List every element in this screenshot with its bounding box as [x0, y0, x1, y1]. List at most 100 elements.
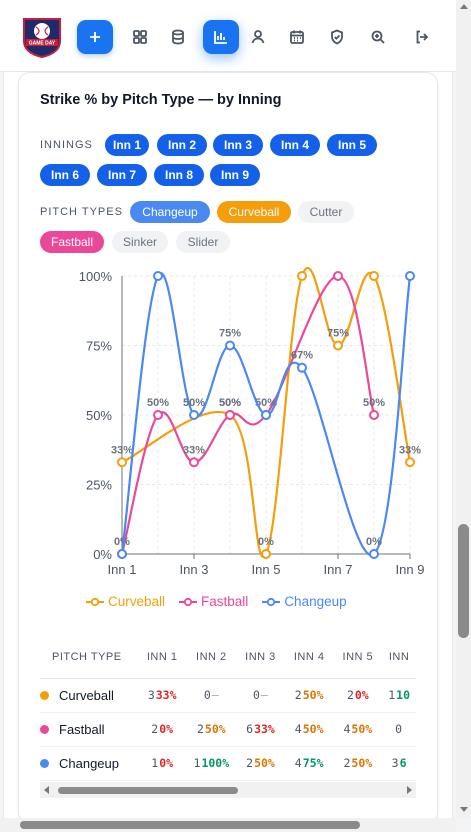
page-horizontal-scrollbar[interactable]	[0, 818, 456, 832]
strike-percent: 10	[396, 688, 410, 702]
page-vertical-scrollbar[interactable]	[456, 0, 471, 818]
pitch-count: 0	[395, 722, 403, 736]
stat-cell: 250%	[333, 746, 383, 781]
pitch-type-chip-cutter[interactable]: Cutter	[298, 201, 354, 223]
pitch-count: 1	[151, 756, 159, 770]
strike-percent: 50%	[351, 722, 373, 736]
strike-percent: 100%	[201, 756, 230, 770]
pitch-count: 4	[294, 756, 302, 770]
table-scroll-thumb[interactable]	[58, 787, 238, 794]
pitch-type-chip-changeup[interactable]: Changeup	[130, 201, 210, 223]
data-label: 67%	[291, 350, 313, 362]
pitch-count: 2	[151, 722, 159, 736]
database-button[interactable]	[160, 20, 196, 54]
column-header: INN 5	[333, 636, 383, 679]
data-point-changeup	[189, 410, 199, 420]
security-button[interactable]	[319, 20, 355, 54]
page-scroll-thumb[interactable]	[458, 524, 469, 638]
inning-chip-1[interactable]: Inn 1	[105, 134, 149, 156]
pitch-type-chip-fastball[interactable]: Fastball	[40, 231, 104, 253]
pitch-count: 2	[343, 756, 351, 770]
scroll-up-icon[interactable]	[460, 4, 468, 9]
pitch-count: 6	[246, 722, 254, 736]
strike-percent: 75%	[302, 756, 324, 770]
scroll-down-icon[interactable]	[460, 807, 468, 812]
scroll-right-icon[interactable]	[407, 786, 412, 794]
pitch-count: 1	[193, 756, 201, 770]
column-header: PITCH TYPE	[40, 636, 138, 679]
inning-chip-5[interactable]: Inn 5	[327, 134, 377, 156]
data-point-changeup	[369, 549, 379, 559]
inning-chip-3[interactable]: Inn 3	[213, 134, 263, 156]
pitch-type-chip-sinker[interactable]: Sinker	[112, 231, 168, 253]
stat-cell: 475%	[284, 746, 334, 781]
inning-chip-7[interactable]: Inn 7	[97, 164, 147, 186]
card-title: Strike % by Pitch Type — by Inning	[40, 92, 282, 108]
data-label: 50%	[147, 397, 169, 409]
x-tick-label: Inn 9	[396, 562, 425, 577]
y-tick-label: 25%	[86, 478, 112, 493]
column-header: INN 4	[284, 636, 334, 679]
strike-table-container[interactable]: PITCH TYPE INN 1 INN 2 INN 3 INN 4 INN 5 INN C…	[40, 636, 416, 782]
logout-button[interactable]	[404, 20, 440, 54]
pitch-count: 0	[203, 688, 211, 702]
column-header: INN	[382, 636, 416, 679]
pitch-type-name: Fastball	[59, 721, 105, 737]
scroll-left-icon[interactable]	[44, 786, 49, 794]
dashboard-button[interactable]	[122, 20, 158, 54]
calendar-icon	[290, 30, 304, 44]
y-tick-label: 0%	[93, 547, 112, 562]
pitch-type-cell: Changeup	[40, 746, 138, 781]
data-point-curveball	[297, 271, 307, 281]
innings-label: INNINGS	[40, 139, 93, 151]
strike-percent: 0%	[159, 722, 174, 736]
strike-percent: 0%	[354, 688, 369, 702]
pitch-type-chip-curveball[interactable]: Curveball	[217, 201, 291, 223]
series-dot-icon	[40, 758, 49, 768]
data-label: 33%	[183, 444, 205, 456]
inning-chip-4[interactable]: Inn 4	[270, 134, 320, 156]
calendar-button[interactable]	[279, 20, 315, 54]
pitch-count: 3	[391, 756, 399, 770]
data-point-changeup	[117, 549, 127, 559]
database-icon	[172, 29, 184, 45]
analytics-button[interactable]	[203, 20, 239, 54]
inning-chip-9[interactable]: Inn 9	[210, 164, 260, 186]
stat-cell: 250%	[284, 678, 334, 713]
stat-cell: 1100%	[186, 746, 237, 781]
data-point-fastball	[189, 457, 199, 468]
inning-chip-8[interactable]: Inn 8	[154, 164, 204, 186]
logout-icon	[416, 30, 429, 44]
pitch-type-chip-slider[interactable]: Slider	[176, 231, 230, 253]
x-tick-label: Inn 5	[252, 562, 281, 577]
page-hscroll-thumb[interactable]	[20, 821, 360, 829]
strike-percent: 33%	[155, 688, 177, 702]
profile-button[interactable]	[240, 20, 276, 54]
team-logo-icon[interactable]: GAME DAY	[20, 15, 64, 59]
stat-cell: 250%	[186, 712, 237, 747]
add-button[interactable]	[77, 20, 113, 54]
data-label: 0%	[258, 536, 274, 548]
pitch-type-cell: Curveball	[40, 678, 138, 713]
pitch-count: 4	[343, 722, 351, 736]
logo-text: GAME DAY	[29, 41, 56, 47]
legend-label: Curveball	[108, 594, 166, 609]
bar-chart-icon	[214, 31, 227, 44]
legend-marker-icon	[86, 597, 104, 606]
pitch-count: 3	[147, 688, 155, 702]
table-horizontal-scrollbar[interactable]	[40, 782, 416, 798]
legend-marker-icon	[179, 597, 198, 606]
data-point-curveball	[117, 457, 127, 468]
inning-chip-6[interactable]: Inn 6	[40, 164, 90, 186]
data-point-curveball	[405, 457, 415, 468]
shield-icon	[331, 29, 343, 45]
legend-item-fastball[interactable]: Fastball	[179, 594, 248, 609]
data-point-changeup	[261, 410, 271, 420]
pitch-count: 0	[253, 688, 260, 702]
inning-chip-2[interactable]: Inn 2	[157, 134, 207, 156]
legend-item-changeup[interactable]: Changeup	[262, 594, 347, 609]
search-button[interactable]	[360, 20, 396, 54]
legend-item-curveball[interactable]: Curveball	[86, 594, 165, 609]
column-header: INN 3	[236, 636, 285, 679]
x-tick-label: Inn 7	[324, 562, 353, 577]
